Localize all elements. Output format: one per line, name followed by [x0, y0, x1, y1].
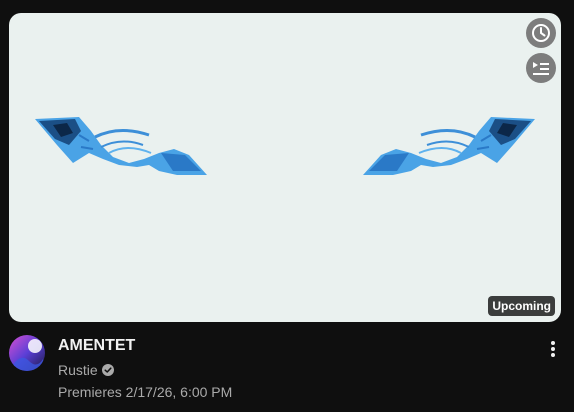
channel-row: Rustie	[58, 360, 538, 380]
channel-name[interactable]: Rustie	[58, 360, 98, 380]
video-details: AMENTET Rustie Premieres 2/17/26, 6:00 P…	[9, 334, 565, 404]
more-actions-button[interactable]	[541, 337, 565, 361]
watch-later-button[interactable]	[526, 18, 556, 48]
add-to-queue-button[interactable]	[526, 53, 556, 83]
verified-check-icon	[101, 364, 114, 376]
video-thumbnail[interactable]: Upcoming	[9, 13, 561, 322]
premiere-date: Premieres 2/17/26, 6:00 PM	[58, 384, 233, 400]
video-title[interactable]: AMENTET	[58, 335, 538, 357]
upcoming-badge: Upcoming	[488, 296, 555, 316]
left-eye-graphic	[35, 117, 207, 175]
channel-avatar[interactable]	[9, 335, 45, 371]
vertical-dots-icon	[551, 341, 555, 357]
clock-icon	[532, 24, 550, 42]
right-eye-graphic	[363, 117, 535, 175]
thumbnail-artwork	[35, 117, 535, 175]
queue-icon	[533, 62, 549, 75]
video-card[interactable]: Upcoming AMENTET Rustie Premieres 2/17/2…	[0, 0, 574, 412]
video-text: AMENTET Rustie Premieres 2/17/26, 6:00 P…	[58, 334, 538, 402]
